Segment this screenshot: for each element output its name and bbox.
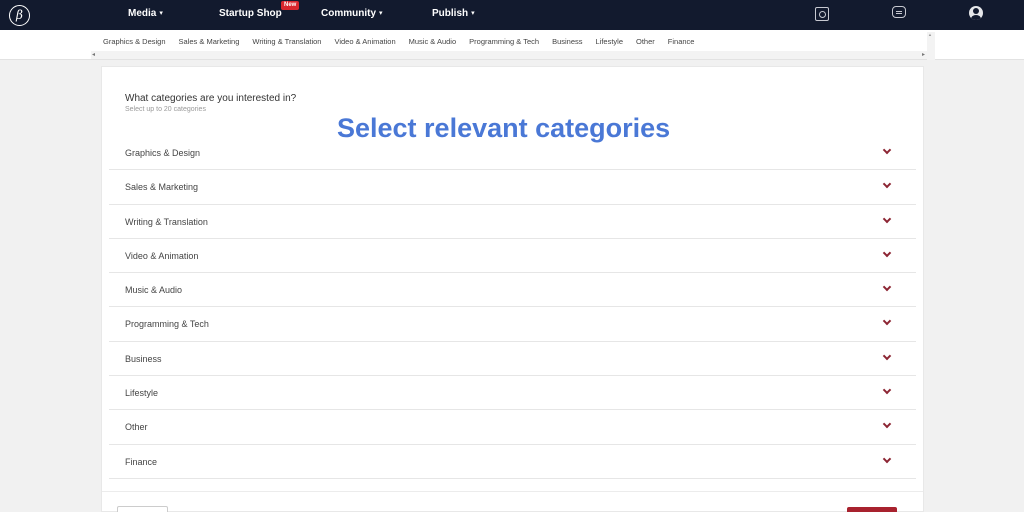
category-row[interactable]: Graphics & Design: [109, 136, 916, 171]
category-row[interactable]: Other: [109, 410, 916, 445]
category-row[interactable]: Music & Audio: [109, 273, 916, 308]
category-row[interactable]: Business: [109, 342, 916, 377]
subnav-list: Graphics & Design Sales & Marketing Writ…: [103, 37, 707, 46]
question-hint: Select up to 20 categories: [125, 106, 206, 113]
top-navigation-bar: β Media ▾ Startup Shop New Community ▾ Pub…: [0, 0, 1024, 30]
avatar-icon[interactable]: [969, 6, 983, 20]
footer-divider: [102, 491, 923, 492]
category-label: Lifestyle: [125, 388, 159, 399]
subnav-item[interactable]: Lifestyle: [596, 37, 624, 46]
category-label: Sales & Marketing: [125, 182, 199, 193]
category-accordion: Graphics & Design Sales & Marketing Writ…: [109, 136, 916, 479]
subnav-item[interactable]: Programming & Tech: [469, 37, 539, 46]
subnav-item[interactable]: Sales & Marketing: [179, 37, 240, 46]
chevron-down-icon[interactable]: [882, 317, 892, 327]
chevron-down-icon[interactable]: [882, 215, 892, 225]
subnav-item[interactable]: Music & Audio: [409, 37, 457, 46]
nav-community[interactable]: Community ▾: [321, 8, 383, 19]
category-row[interactable]: Finance: [109, 445, 916, 479]
nav-publish-label: Publish: [432, 8, 469, 19]
scroll-left-icon[interactable]: ◂: [92, 51, 95, 59]
category-label: Programming & Tech: [125, 319, 209, 330]
chevron-down-icon: ▾: [159, 10, 163, 17]
chevron-down-icon[interactable]: [882, 146, 892, 156]
subnav-item[interactable]: Finance: [668, 37, 695, 46]
category-row[interactable]: Sales & Marketing: [109, 170, 916, 205]
category-row[interactable]: Video & Animation: [109, 239, 916, 274]
chevron-down-icon[interactable]: [882, 283, 892, 293]
category-row[interactable]: Lifestyle: [109, 376, 916, 411]
chat-icon[interactable]: [892, 6, 906, 18]
next-button[interactable]: [847, 507, 897, 512]
nav-startup-shop[interactable]: Startup Shop: [219, 8, 282, 19]
chevron-down-icon[interactable]: [882, 352, 892, 362]
chevron-down-icon[interactable]: [882, 249, 892, 259]
subnav-item[interactable]: Video & Animation: [334, 37, 395, 46]
nav-startup-shop-label: Startup Shop: [219, 8, 282, 19]
category-row[interactable]: Writing & Translation: [109, 205, 916, 239]
category-label: Business: [125, 353, 162, 364]
category-row[interactable]: Programming & Tech: [109, 307, 916, 342]
chevron-down-icon[interactable]: [882, 420, 892, 430]
category-label: Finance: [125, 456, 158, 467]
chevron-down-icon[interactable]: [882, 455, 892, 465]
category-label: Other: [125, 422, 148, 433]
horizontal-scrollbar[interactable]: ◂ ▸: [91, 51, 935, 59]
category-label: Music & Audio: [125, 285, 183, 296]
subnav-item[interactable]: Graphics & Design: [103, 37, 166, 46]
nav-community-label: Community: [321, 8, 376, 19]
category-subnav: Graphics & Design Sales & Marketing Writ…: [0, 30, 1024, 60]
nav-media[interactable]: Media ▾: [128, 8, 163, 19]
back-button[interactable]: [117, 506, 168, 512]
question-title: What categories are you interested in?: [125, 93, 297, 104]
chevron-down-icon: ▾: [379, 10, 383, 17]
subnav-item[interactable]: Business: [552, 37, 582, 46]
category-label: Writing & Translation: [125, 216, 208, 227]
scroll-right-icon[interactable]: ▸: [922, 51, 925, 59]
category-label: Graphics & Design: [125, 148, 201, 158]
chevron-down-icon[interactable]: [882, 180, 892, 190]
subnav-item[interactable]: Writing & Translation: [252, 37, 321, 46]
document-icon[interactable]: [815, 7, 829, 21]
chevron-down-icon[interactable]: [882, 386, 892, 396]
new-badge: New: [281, 1, 300, 10]
chevron-down-icon: ▾: [471, 10, 475, 17]
logo-icon[interactable]: β: [9, 5, 30, 26]
category-label: Video & Animation: [125, 250, 199, 261]
nav-publish[interactable]: Publish ▾: [432, 8, 475, 19]
subnav-item[interactable]: Other: [636, 37, 655, 46]
nav-media-label: Media: [128, 8, 157, 19]
